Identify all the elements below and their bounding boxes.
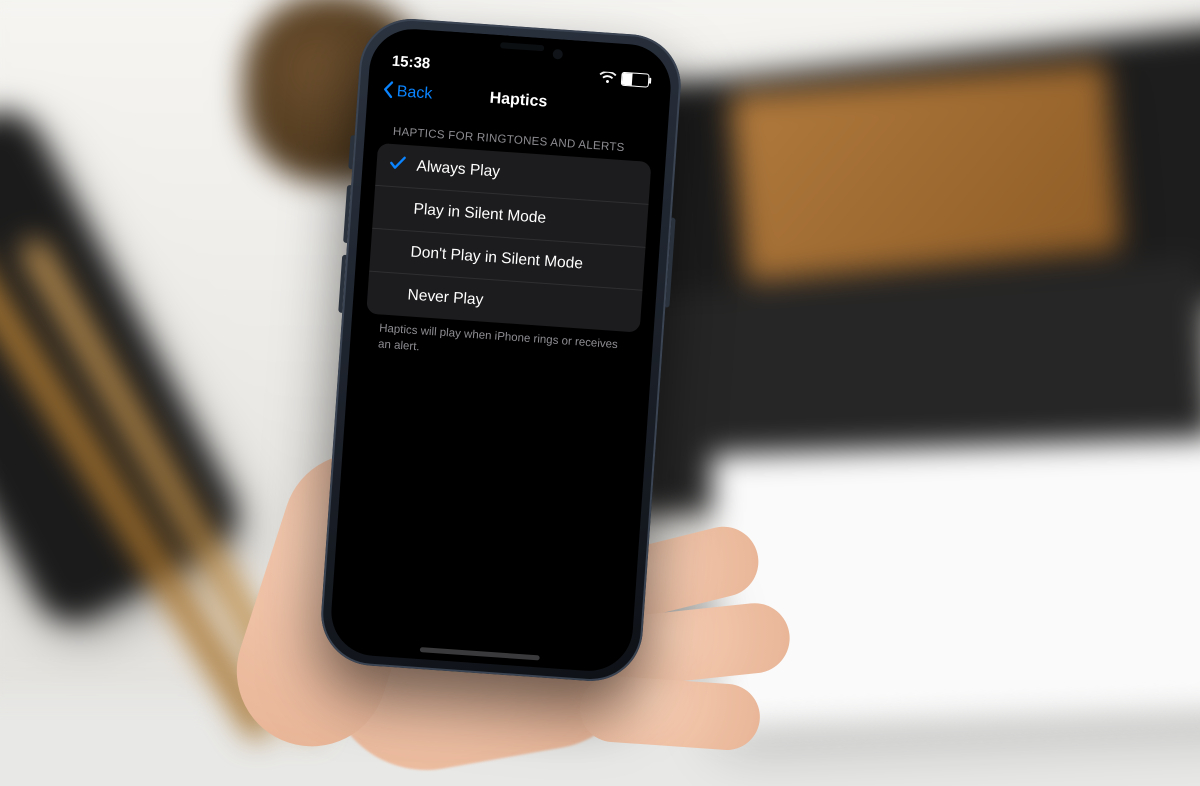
wifi-icon [599,71,617,84]
haptics-option-list: Always Play Play in Silent Mode Don't Pl… [366,143,651,333]
back-button[interactable]: Back [374,71,439,115]
iphone: 15:38 39 [318,16,684,685]
chevron-left-icon [381,80,395,104]
status-time: 15:38 [391,53,430,73]
option-label: Don't Play in Silent Mode [410,243,584,273]
back-label: Back [396,83,433,103]
option-label: Always Play [416,158,501,182]
option-label: Never Play [407,286,484,309]
phone-body: 15:38 39 [318,16,684,685]
haptics-section: HAPTICS FOR RINGTONES AND ALERTS Always … [350,110,668,372]
page-title: Haptics [489,90,548,112]
checkmark-icon [389,155,406,175]
battery-icon: 39 [621,72,650,88]
home-indicator[interactable] [420,647,540,660]
option-label: Play in Silent Mode [413,201,547,228]
battery-percent: 39 [622,74,649,85]
screen: 15:38 39 [328,26,673,674]
